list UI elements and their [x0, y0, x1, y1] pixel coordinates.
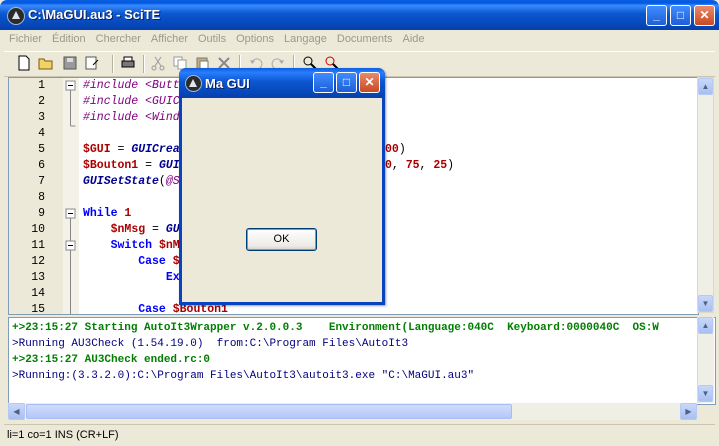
line-number: 11 [31, 239, 45, 252]
line-number: 13 [31, 271, 45, 284]
dialog-minimize-button[interactable]: _ [313, 72, 334, 93]
line-number: 4 [38, 127, 45, 140]
menu-item-chercher[interactable]: Chercher [91, 30, 146, 45]
new-file-icon[interactable] [16, 55, 32, 71]
line-number: 12 [31, 255, 45, 268]
autoit-icon [7, 7, 25, 25]
scroll-down-arrow[interactable]: ▼ [698, 385, 713, 402]
line-number: 14 [31, 287, 45, 300]
scroll-up-arrow[interactable]: ▲ [698, 78, 713, 95]
toolbar-separator [143, 55, 145, 73]
title-bar[interactable]: C:\MaGUI.au3 - SciTE _ □ ✕ [0, 0, 719, 30]
menu-item-options[interactable]: Options [231, 30, 279, 45]
scroll-right-arrow[interactable]: ▶ [680, 403, 697, 420]
save-as-icon[interactable] [84, 55, 100, 71]
status-text: li=1 co=1 INS (CR+LF) [7, 429, 119, 441]
horizontal-scrollbar[interactable]: ◀ ▶ [8, 403, 697, 420]
code-text: Case $ [138, 255, 180, 268]
line-number: 15 [31, 303, 45, 315]
line-number: 9 [38, 207, 45, 220]
menu-item-langage[interactable]: Langage [279, 30, 332, 45]
dialog-title-bar[interactable]: Ma GUI _ □ ✕ [179, 68, 385, 98]
menu-item-documents[interactable]: Documents [332, 30, 398, 45]
dialog-close-button[interactable]: ✕ [359, 72, 380, 93]
code-text-tail: 00) [385, 143, 406, 156]
save-icon[interactable] [62, 55, 78, 71]
close-button[interactable]: ✕ [694, 5, 715, 26]
code-text: $GUI = GUICrea [83, 143, 180, 156]
open-folder-icon[interactable] [38, 55, 54, 71]
dialog-maximize-button[interactable]: □ [336, 72, 357, 93]
line-number: 5 [38, 143, 45, 156]
output-pane[interactable]: +>23:15:27 Starting AutoIt3Wrapper v.2.0… [8, 317, 716, 405]
dialog-title: Ma GUI [205, 76, 250, 91]
line-number: 6 [38, 159, 45, 172]
menu-item-afficher[interactable]: Afficher [146, 30, 193, 45]
scroll-thumb[interactable] [26, 404, 512, 419]
output-vertical-scrollbar[interactable]: ▲ ▼ [697, 317, 714, 403]
editor-vertical-scrollbar[interactable]: ▲ ▼ [697, 77, 714, 313]
menu-item-aide[interactable]: Aide [398, 30, 430, 45]
line-number: 1 [38, 79, 45, 92]
status-bar: li=1 co=1 INS (CR+LF) [4, 424, 715, 445]
menu-item-fichier[interactable]: Fichier [4, 30, 47, 45]
scroll-up-arrow[interactable]: ▲ [698, 317, 713, 334]
scroll-down-arrow[interactable]: ▼ [698, 295, 713, 312]
code-text: #include <Wind [83, 111, 180, 124]
minimize-button[interactable]: _ [646, 5, 667, 26]
line-number: 2 [38, 95, 45, 108]
code-text: $nMsg = GU [110, 223, 180, 236]
code-text: $Bouton1 = GUI [83, 159, 180, 172]
print-icon[interactable] [120, 55, 136, 71]
menu-item-édition[interactable]: Édition [47, 30, 91, 45]
code-text: While 1 [83, 207, 132, 220]
cut-icon[interactable] [150, 55, 166, 71]
window-title: C:\MaGUI.au3 - SciTE [28, 7, 161, 22]
output-line: >Running:(3.3.2.0):C:\Program Files\Auto… [12, 370, 475, 382]
output-line: +>23:15:27 Starting AutoIt3Wrapper v.2.0… [12, 322, 659, 334]
ma-gui-dialog: Ma GUI _ □ ✕ OK [179, 68, 385, 305]
line-number: 3 [38, 111, 45, 124]
menu-item-outils[interactable]: Outils [193, 30, 231, 45]
scroll-left-arrow[interactable]: ◀ [8, 403, 25, 420]
code-text-tail: 0, 75, 25) [385, 159, 455, 172]
line-number: 7 [38, 175, 45, 188]
line-number: 10 [31, 223, 45, 236]
ok-button[interactable]: OK [246, 228, 317, 251]
autoit-icon [185, 75, 202, 92]
maximize-button[interactable]: □ [670, 5, 691, 26]
code-text: #include <Butt [83, 79, 180, 92]
line-number: 8 [38, 191, 45, 204]
output-line: +>23:15:27 AU3Check ended.rc:0 [12, 354, 211, 366]
code-text: GUISetState(@S [83, 175, 180, 188]
code-text: #include <GUIC [83, 95, 180, 108]
output-line: >Running AU3Check (1.54.19.0) from:C:\Pr… [12, 338, 409, 350]
toolbar-separator [112, 55, 114, 73]
code-text: Switch $nM [110, 239, 180, 252]
menu-bar: Fichier Édition Chercher Afficher Outils Opti… [4, 30, 715, 50]
code-text: Ex [165, 271, 180, 284]
